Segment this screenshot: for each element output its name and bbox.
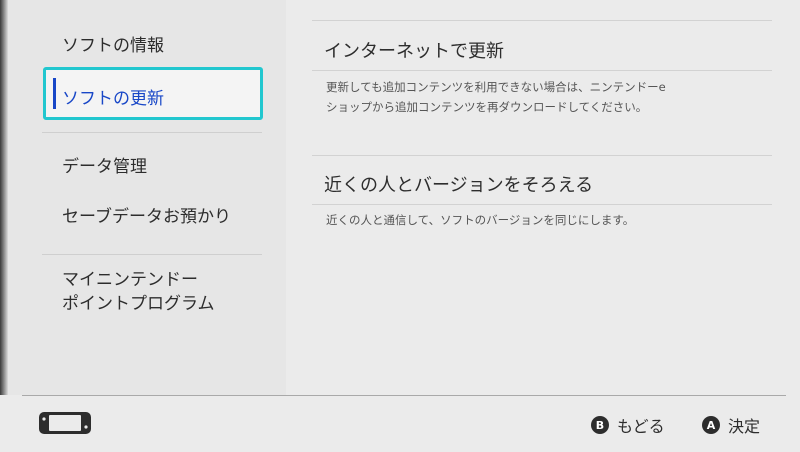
selection-indicator	[53, 78, 56, 109]
sidebar-item-label-line: ポイントプログラム	[62, 294, 215, 314]
back-label: もどる	[617, 417, 665, 436]
option-description-line: ショップから追加コンテンツを再ダウンロードしてください。	[326, 100, 648, 114]
sidebar-item-save-data-cloud[interactable]: セーブデータお預かり	[62, 206, 231, 228]
footer-divider	[22, 395, 786, 396]
sidebar-item-software-update[interactable]: ソフトの更新	[43, 67, 263, 120]
a-button-icon: A	[702, 416, 720, 434]
sidebar	[8, 0, 286, 395]
sidebar-item-label: データ管理	[62, 157, 147, 177]
option-description: 近くの人と通信して、ソフトのバージョンを同じにします。	[326, 210, 746, 230]
option-title: 近くの人とバージョンをそろえる	[324, 175, 594, 196]
list-divider	[312, 204, 772, 205]
screen-edge	[0, 0, 8, 395]
sidebar-item-label: ソフトの情報	[62, 36, 164, 56]
confirm-hint[interactable]: A 決定	[702, 413, 760, 437]
footer-bar	[0, 396, 800, 452]
sidebar-divider	[42, 132, 262, 133]
sidebar-item-data-management[interactable]: データ管理	[62, 156, 147, 178]
option-title: インターネットで更新	[324, 41, 504, 62]
option-description: 更新しても追加コンテンツを利用できない場合は、ニンテンドーe ショップから追加コ…	[326, 77, 746, 117]
option-description-line: 近くの人と通信して、ソフトのバージョンを同じにします。	[326, 213, 635, 227]
option-description-line: 更新しても追加コンテンツを利用できない場合は、ニンテンドーe	[326, 80, 666, 94]
list-divider	[312, 70, 772, 71]
sidebar-item-label: ソフトの更新	[62, 89, 164, 109]
sidebar-item-software-info[interactable]: ソフトの情報	[62, 35, 164, 57]
sidebar-item-label: セーブデータお預かり	[62, 207, 231, 227]
sidebar-item-label-line: マイニンテンドー	[62, 270, 198, 290]
back-hint[interactable]: B もどる	[591, 413, 665, 437]
confirm-label: 決定	[728, 417, 761, 436]
handheld-console-icon	[39, 412, 91, 434]
sidebar-item-my-nintendo-points[interactable]: マイニンテンドー ポイントプログラム	[62, 268, 215, 316]
list-divider	[312, 155, 772, 156]
sidebar-divider	[42, 254, 262, 255]
list-divider	[312, 20, 772, 21]
b-button-icon: B	[591, 416, 609, 434]
